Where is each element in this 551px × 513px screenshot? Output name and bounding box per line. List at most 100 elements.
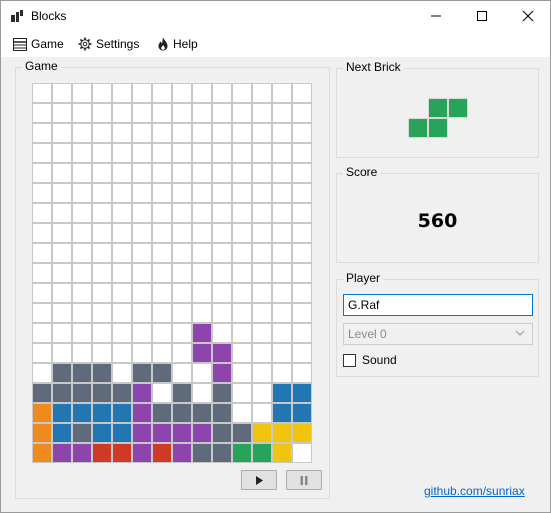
grid-cell [172, 223, 192, 243]
close-button[interactable] [505, 1, 550, 31]
board-block [193, 404, 211, 422]
board-block [93, 364, 111, 382]
sound-label: Sound [362, 353, 397, 367]
grid-cell [152, 263, 172, 283]
grid-cell [232, 103, 252, 123]
grid-cell [32, 143, 52, 163]
grid-cell [212, 303, 232, 323]
grid-cell [172, 303, 192, 323]
board-block [73, 384, 91, 402]
grid-cell [72, 243, 92, 263]
grid-cell [132, 163, 152, 183]
minimize-button[interactable] [413, 1, 459, 31]
grid-cell [152, 83, 172, 103]
board-block [193, 444, 211, 462]
menu-game[interactable]: Game [13, 35, 64, 53]
level-select[interactable]: Level 0 [343, 323, 533, 345]
next-brick-block [428, 118, 448, 138]
grid-cell [252, 363, 272, 383]
grid-cell [52, 343, 72, 363]
play-button[interactable] [241, 470, 277, 490]
grid-cell [232, 203, 252, 223]
grid-cell [32, 363, 52, 383]
sound-checkbox-box[interactable] [343, 353, 356, 367]
board-block [93, 424, 111, 442]
board-block [213, 444, 231, 462]
board-block [193, 424, 211, 442]
pause-button[interactable] [286, 470, 322, 490]
grid-cell [232, 223, 252, 243]
grid-cell [172, 343, 192, 363]
grid-cell [172, 103, 192, 123]
grid-cell [292, 203, 312, 223]
board-block [33, 404, 51, 422]
board-block [33, 384, 51, 402]
grid-cell [72, 263, 92, 283]
grid-cell [252, 303, 272, 323]
board-block [153, 364, 171, 382]
grid-cell [92, 183, 112, 203]
grid-cell [112, 143, 132, 163]
grid-cell [72, 83, 92, 103]
grid-cell [32, 123, 52, 143]
grid-cell [212, 323, 232, 343]
grid-cell [192, 243, 212, 263]
board-block [273, 404, 291, 422]
grid-cell [272, 303, 292, 323]
board-block [253, 444, 271, 462]
board-block [273, 444, 291, 462]
grid-cell [212, 83, 232, 103]
player-group: Player G.Raf Level 0 Sound [336, 271, 539, 377]
grid-cell [292, 83, 312, 103]
grid-cell [272, 163, 292, 183]
grid-cell [52, 203, 72, 223]
grid-cell [32, 83, 52, 103]
board-block [113, 404, 131, 422]
grid-cell [172, 263, 192, 283]
next-brick-block [408, 118, 428, 138]
grid-cell [92, 83, 112, 103]
grid-cell [92, 263, 112, 283]
grid-cell [292, 363, 312, 383]
grid-cell [72, 223, 92, 243]
grid-cell [72, 203, 92, 223]
grid-cell [52, 243, 72, 263]
grid-cell [232, 383, 252, 403]
grid-cell [192, 203, 212, 223]
grid-cell [232, 363, 252, 383]
grid-cell [212, 203, 232, 223]
grid-cell [72, 123, 92, 143]
board-block [173, 404, 191, 422]
board-block [113, 384, 131, 402]
grid-cell [292, 443, 312, 463]
grid-cell [32, 283, 52, 303]
sound-checkbox[interactable]: Sound [343, 353, 397, 367]
grid-cell [132, 183, 152, 203]
grid-cell [132, 263, 152, 283]
grid-cell [112, 303, 132, 323]
grid-cell [152, 143, 172, 163]
board-block [133, 404, 151, 422]
menu-help[interactable]: Help [157, 35, 198, 53]
player-name-input[interactable]: G.Raf [343, 294, 533, 316]
grid-cell [172, 323, 192, 343]
grid-cell [112, 363, 132, 383]
github-link[interactable]: github.com/sunriax [424, 484, 525, 498]
grid-cell [152, 123, 172, 143]
grid-cell [52, 163, 72, 183]
grid-cell [132, 143, 152, 163]
grid-cell [92, 343, 112, 363]
grid-cell [252, 283, 272, 303]
grid-cell [132, 323, 152, 343]
grid-cell [92, 143, 112, 163]
maximize-button[interactable] [459, 1, 505, 31]
grid-cell [72, 183, 92, 203]
grid-cell [172, 363, 192, 383]
board-block [93, 444, 111, 462]
grid-cell [152, 383, 172, 403]
falling-piece-block [193, 344, 211, 362]
grid-cell [272, 123, 292, 143]
board-block [233, 424, 251, 442]
menu-settings[interactable]: Settings [78, 35, 139, 53]
grid-cell [252, 123, 272, 143]
